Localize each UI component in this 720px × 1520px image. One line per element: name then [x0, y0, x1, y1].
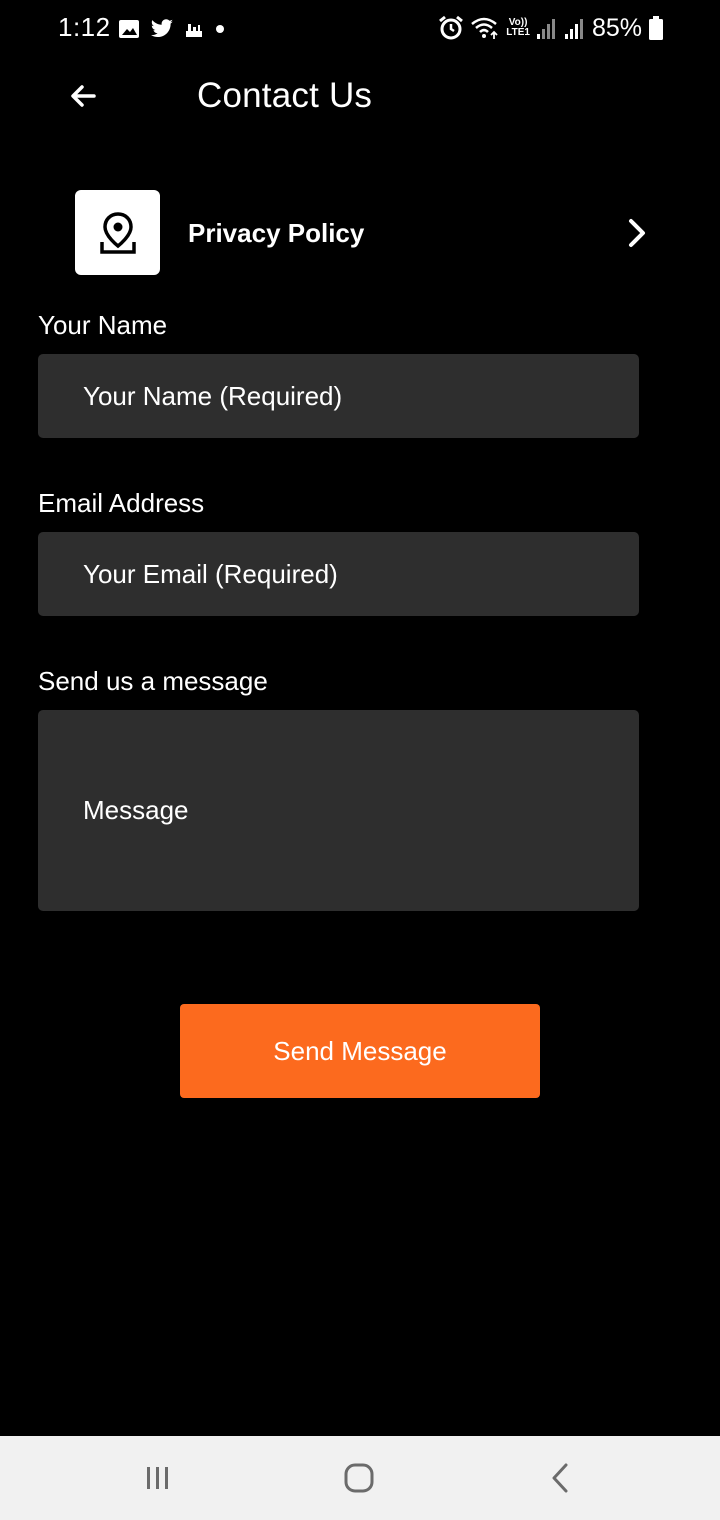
- battery-percent: 85%: [591, 13, 642, 42]
- privacy-icon-box: [75, 190, 160, 275]
- back-nav-icon: [552, 1463, 568, 1493]
- status-bar: 1:12 Vo)) LTE1 85%: [0, 0, 720, 58]
- twitter-icon: [150, 19, 173, 37]
- dot-icon: [216, 25, 224, 33]
- privacy-policy-label: Privacy Policy: [188, 218, 365, 248]
- arrow-left-icon: [71, 85, 96, 107]
- wifi-icon: [471, 17, 498, 39]
- email-label: Email Address: [38, 488, 205, 518]
- status-time: 1:12: [58, 12, 111, 42]
- system-nav-bar: [0, 1436, 720, 1520]
- send-message-label: Send Message: [273, 1035, 447, 1066]
- message-label: Send us a message: [38, 666, 268, 696]
- battery-icon: [649, 16, 663, 40]
- send-message-button[interactable]: Send Message: [180, 1004, 540, 1098]
- back-nav-button[interactable]: [541, 1458, 581, 1498]
- alarm-icon: [439, 15, 464, 40]
- signal-icon-2: [564, 19, 583, 39]
- home-icon: [344, 1463, 374, 1493]
- back-button[interactable]: [64, 76, 104, 116]
- status-right-icons: Vo)) LTE1 85%: [438, 12, 664, 44]
- location-pin-icon: [99, 211, 136, 254]
- name-field[interactable]: Your Name (Required): [38, 354, 639, 438]
- email-placeholder: Your Email (Required): [83, 558, 338, 589]
- home-button[interactable]: [339, 1458, 379, 1498]
- message-field[interactable]: Message: [38, 710, 639, 911]
- chevron-right-icon: [629, 219, 645, 247]
- email-field[interactable]: Your Email (Required): [38, 532, 639, 616]
- name-label: Your Name: [38, 310, 168, 340]
- recents-button[interactable]: [138, 1458, 178, 1498]
- privacy-policy-row[interactable]: Privacy Policy: [75, 190, 655, 276]
- recents-icon: [147, 1467, 168, 1489]
- volte-icon: Vo)) LTE1: [506, 18, 530, 38]
- signal-icon-1: [536, 19, 555, 39]
- app-notification-icon: [186, 24, 202, 37]
- gallery-icon: [119, 20, 139, 38]
- contact-us-screen: 1:12 Vo)) LTE1 85% Contact Us Privacy Po…: [0, 0, 720, 1520]
- page-title: Contact Us: [197, 76, 373, 115]
- volte-bottom-text: LTE1: [506, 27, 530, 38]
- name-placeholder: Your Name (Required): [83, 380, 343, 411]
- notification-icons: [118, 16, 226, 42]
- message-placeholder: Message: [83, 795, 189, 825]
